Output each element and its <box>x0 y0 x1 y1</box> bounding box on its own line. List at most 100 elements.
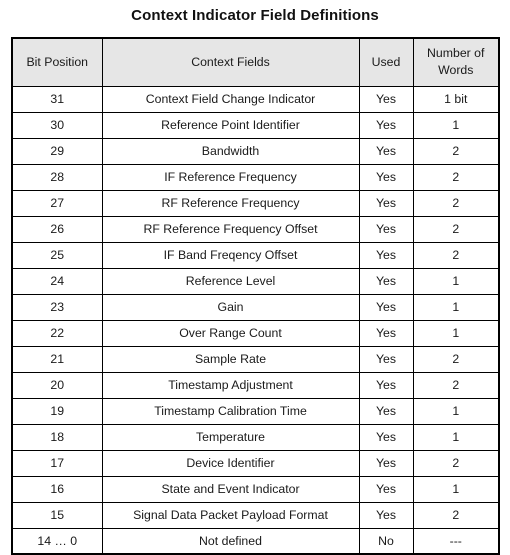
cell-bit-position: 27 <box>11 189 103 217</box>
cell-context-field: Device Identifier <box>101 449 360 477</box>
cell-used: Yes <box>358 241 414 269</box>
table-row: 27 RF Reference Frequency Yes 2 <box>11 189 500 217</box>
table-body: 31 Context Field Change Indicator Yes 1 bit… <box>11 85 500 555</box>
cell-number-of-words: 1 <box>412 319 500 347</box>
cell-number-of-words: 2 <box>412 371 500 399</box>
cell-context-field: Sample Rate <box>101 345 360 373</box>
table-container: Bit Position Context Fields Used Number … <box>11 37 500 555</box>
table-row: 15 Signal Data Packet Payload Format Yes 2 <box>11 501 500 529</box>
column-header-used: Used <box>358 37 414 87</box>
cell-number-of-words: 2 <box>412 137 500 165</box>
cell-context-field: IF Reference Frequency <box>101 163 360 191</box>
table-row: 16 State and Event Indicator Yes 1 <box>11 475 500 503</box>
cell-number-of-words: 2 <box>412 449 500 477</box>
cell-number-of-words: 1 <box>412 475 500 503</box>
cell-used: Yes <box>358 85 414 113</box>
cell-bit-position: 17 <box>11 449 103 477</box>
cell-number-of-words: 2 <box>412 215 500 243</box>
cell-bit-position: 21 <box>11 345 103 373</box>
cell-used: Yes <box>358 215 414 243</box>
table-row: 26 RF Reference Frequency Offset Yes 2 <box>11 215 500 243</box>
table-row: 29 Bandwidth Yes 2 <box>11 137 500 165</box>
cell-bit-position: 31 <box>11 85 103 113</box>
cell-used: Yes <box>358 163 414 191</box>
cell-number-of-words: 2 <box>412 501 500 529</box>
table-row: 23 Gain Yes 1 <box>11 293 500 321</box>
cell-used: Yes <box>358 111 414 139</box>
cell-number-of-words: 1 bit <box>412 85 500 113</box>
table-row: 19 Timestamp Calibration Time Yes 1 <box>11 397 500 425</box>
cell-number-of-words: 2 <box>412 241 500 269</box>
cell-bit-position: 24 <box>11 267 103 295</box>
cell-bit-position: 30 <box>11 111 103 139</box>
cell-number-of-words: 2 <box>412 345 500 373</box>
cell-number-of-words: 1 <box>412 111 500 139</box>
table-row: 30 Reference Point Identifier Yes 1 <box>11 111 500 139</box>
context-indicator-table: Bit Position Context Fields Used Number … <box>11 37 500 555</box>
cell-used: Yes <box>358 345 414 373</box>
cell-used: Yes <box>358 449 414 477</box>
table-header: Bit Position Context Fields Used Number … <box>11 37 500 87</box>
cell-context-field: Bandwidth <box>101 137 360 165</box>
column-header-context-fields: Context Fields <box>101 37 360 87</box>
cell-used: Yes <box>358 137 414 165</box>
column-header-bit-position: Bit Position <box>11 37 103 87</box>
table-row: 22 Over Range Count Yes 1 <box>11 319 500 347</box>
cell-context-field: RF Reference Frequency <box>101 189 360 217</box>
cell-context-field: RF Reference Frequency Offset <box>101 215 360 243</box>
cell-used: Yes <box>358 475 414 503</box>
cell-bit-position: 14 … 0 <box>11 527 103 555</box>
table-row: 24 Reference Level Yes 1 <box>11 267 500 295</box>
document-page: Context Indicator Field Definitions Bit … <box>0 0 510 555</box>
cell-number-of-words: 1 <box>412 423 500 451</box>
cell-number-of-words: 1 <box>412 293 500 321</box>
table-row: 31 Context Field Change Indicator Yes 1 bit <box>11 85 500 113</box>
cell-bit-position: 28 <box>11 163 103 191</box>
cell-used: Yes <box>358 319 414 347</box>
cell-number-of-words: 2 <box>412 163 500 191</box>
cell-bit-position: 19 <box>11 397 103 425</box>
cell-context-field: Reference Point Identifier <box>101 111 360 139</box>
cell-context-field: State and Event Indicator <box>101 475 360 503</box>
cell-used: Yes <box>358 501 414 529</box>
cell-used: No <box>358 527 414 555</box>
cell-bit-position: 29 <box>11 137 103 165</box>
column-header-number-of-words: Number of Words <box>412 37 500 87</box>
table-row: 20 Timestamp Adjustment Yes 2 <box>11 371 500 399</box>
cell-context-field: Reference Level <box>101 267 360 295</box>
page-title: Context Indicator Field Definitions <box>131 7 379 24</box>
cell-bit-position: 23 <box>11 293 103 321</box>
cell-context-field: Not defined <box>101 527 360 555</box>
cell-used: Yes <box>358 267 414 295</box>
cell-context-field: Timestamp Calibration Time <box>101 397 360 425</box>
cell-context-field: Signal Data Packet Payload Format <box>101 501 360 529</box>
cell-used: Yes <box>358 189 414 217</box>
cell-context-field: Context Field Change Indicator <box>101 85 360 113</box>
cell-context-field: Over Range Count <box>101 319 360 347</box>
cell-bit-position: 16 <box>11 475 103 503</box>
cell-bit-position: 20 <box>11 371 103 399</box>
cell-used: Yes <box>358 423 414 451</box>
cell-number-of-words: 2 <box>412 189 500 217</box>
cell-number-of-words: 1 <box>412 397 500 425</box>
table-row: 25 IF Band Freqency Offset Yes 2 <box>11 241 500 269</box>
table-row: 21 Sample Rate Yes 2 <box>11 345 500 373</box>
cell-bit-position: 25 <box>11 241 103 269</box>
cell-used: Yes <box>358 397 414 425</box>
cell-bit-position: 26 <box>11 215 103 243</box>
cell-used: Yes <box>358 293 414 321</box>
table-header-row: Bit Position Context Fields Used Number … <box>11 37 500 87</box>
cell-context-field: Timestamp Adjustment <box>101 371 360 399</box>
table-row: 18 Temperature Yes 1 <box>11 423 500 451</box>
cell-number-of-words: --- <box>412 527 500 555</box>
cell-bit-position: 15 <box>11 501 103 529</box>
cell-used: Yes <box>358 371 414 399</box>
table-row: 28 IF Reference Frequency Yes 2 <box>11 163 500 191</box>
cell-bit-position: 18 <box>11 423 103 451</box>
cell-bit-position: 22 <box>11 319 103 347</box>
cell-context-field: Temperature <box>101 423 360 451</box>
cell-context-field: IF Band Freqency Offset <box>101 241 360 269</box>
cell-number-of-words: 1 <box>412 267 500 295</box>
table-row: 14 … 0 Not defined No --- <box>11 527 500 555</box>
cell-context-field: Gain <box>101 293 360 321</box>
